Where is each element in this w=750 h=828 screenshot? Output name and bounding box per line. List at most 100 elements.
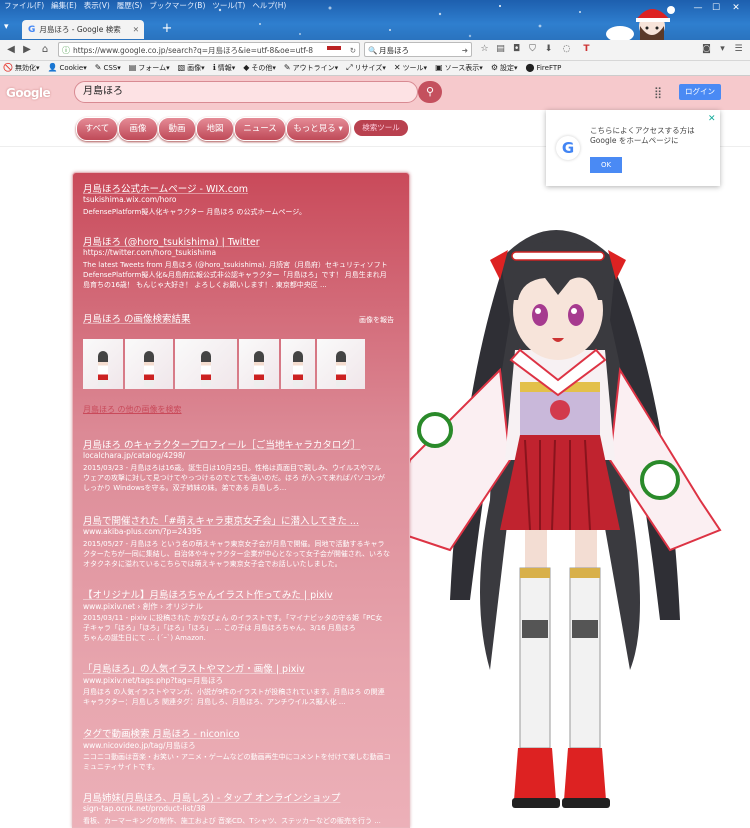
snippet-line: 2015/03/23 - 月島ほろは16歳。誕生日は10月25日。性格は真面目で… xyxy=(83,464,382,472)
result-title[interactable]: 「月島ほろ」の人気イラストやマンガ・画像 | pixiv xyxy=(83,661,305,675)
bookmark-settings[interactable]: ⚙ 設定▾ xyxy=(491,61,518,75)
browser-search-field[interactable]: 🔍 月島ほろ ➜ xyxy=(364,42,472,57)
form-icon: ▤ xyxy=(128,63,137,72)
menu-bookmarks[interactable]: ブックマーク(B) xyxy=(149,0,205,12)
menu-help[interactable]: ヘルプ(H) xyxy=(252,0,286,12)
bookmark-view-source[interactable]: ▣ ソース表示▾ xyxy=(435,61,483,75)
close-window-button[interactable]: ✕ xyxy=(728,2,744,14)
home-icon[interactable]: ⌂ xyxy=(38,43,52,57)
extensions-icon[interactable]: ▾ xyxy=(716,43,729,56)
reader-icon[interactable]: ▤ xyxy=(494,43,507,56)
url-bar[interactable]: ⓘ https://www.google.co.jp/search?q=月島ほろ… xyxy=(58,42,360,57)
download-icon[interactable]: ⬇ xyxy=(542,43,555,56)
bookmark-fireftp[interactable]: ⬤ FireFTP xyxy=(526,61,562,75)
promo-text: こちらによくアクセスする方は Google をホームページに xyxy=(590,126,695,145)
tab-more[interactable]: もっと見る ▾ xyxy=(286,117,350,141)
bookmark-tools[interactable]: ✕ ツール▾ xyxy=(394,61,427,75)
image-thumbnail[interactable] xyxy=(281,339,315,389)
google-g-icon: G xyxy=(556,136,580,160)
bookmark-info[interactable]: ℹ 情報▾ xyxy=(213,61,236,75)
bookmark-outline[interactable]: ✎ アウトライン▾ xyxy=(284,61,338,75)
reload-icon[interactable]: ↻ xyxy=(350,43,356,56)
image-section-title[interactable]: 月島ほろ の画像検索結果 xyxy=(83,311,191,325)
search-tools-button[interactable]: 検索ツール xyxy=(354,120,408,136)
shield-icon[interactable]: ⛉ xyxy=(526,43,539,56)
image-thumbnail[interactable] xyxy=(239,339,279,389)
snippet-line: ウェアの攻撃に対して見つけてやっつけるのでとても強いのだ。ほろ が入って来ればパ… xyxy=(83,474,385,482)
more-images-link[interactable]: 月島ほろ の他の画像を検索 xyxy=(83,404,182,415)
translate-icon[interactable]: T xyxy=(580,43,593,56)
result-snippet: 2015/03/23 - 月島ほろは16歳。誕生日は10月25日。性格は真面目で… xyxy=(83,463,399,493)
menu-view[interactable]: 表示(V) xyxy=(84,0,110,12)
tools-icon: ✕ xyxy=(393,63,401,72)
tab-images[interactable]: 画像 xyxy=(118,117,158,141)
tab-videos[interactable]: 動画 xyxy=(158,117,196,141)
pocket-icon[interactable]: ◘ xyxy=(510,43,523,56)
result-title[interactable]: 月島ほろ のキャラクタープロフィール［ご当地キャラカタログ］ xyxy=(83,437,360,451)
result-title[interactable]: 【オリジナル】月島ほろちゃんイラスト作ってみた | pixiv xyxy=(83,587,333,601)
tab-news[interactable]: ニュース xyxy=(234,117,286,141)
result-title[interactable]: 月島ほろ (@horo_tsukishima) | Twitter xyxy=(83,234,260,248)
fireftp-icon: ⬤ xyxy=(525,63,535,72)
result-title[interactable]: タグで動画検索 月島ほろ - niconico xyxy=(83,726,239,740)
search-go-icon[interactable]: ➜ xyxy=(462,43,468,56)
bookmark-form[interactable]: ▤ フォーム▾ xyxy=(129,61,170,75)
minimize-button[interactable]: — xyxy=(690,2,706,14)
snippet-line: ニコニコ動画は音楽・お笑い・アニメ・ゲームなどの動画再生中にコメントを付けて楽し… xyxy=(83,753,391,761)
menu-file[interactable]: ファイル(F) xyxy=(4,0,44,12)
bookmark-misc[interactable]: ◆ その他▾ xyxy=(243,61,276,75)
result-url: www.akiba-plus.com/?p=24395 xyxy=(83,527,202,536)
menu-bar: ファイル(F) 編集(E) 表示(V) 履歴(S) ブックマーク(B) ツール(… xyxy=(0,0,304,12)
new-tab-button[interactable]: + xyxy=(160,20,174,38)
apps-grid-icon[interactable]: ⣿ xyxy=(654,86,662,99)
result-url: tsukishima.wix.com/horo xyxy=(83,195,177,204)
result-title[interactable]: 月島で開催された「#萌えキャラ東京女子会」に潜入してきた ... xyxy=(83,513,359,527)
back-arrow-icon[interactable]: ◀ xyxy=(4,43,18,57)
promo-ok-button[interactable]: OK xyxy=(590,157,622,173)
image-thumbnail[interactable] xyxy=(317,339,365,389)
sync-icon[interactable]: ◌ xyxy=(560,43,573,56)
menu-edit[interactable]: 編集(E) xyxy=(51,0,77,12)
menu-tools[interactable]: ツール(T) xyxy=(212,0,245,12)
resize-icon: ⤢ xyxy=(346,63,353,72)
login-button[interactable]: ログイン xyxy=(679,84,721,100)
image-thumbnail[interactable] xyxy=(175,339,237,389)
result-snippet: 看板、カーマーキングの制作、施工および 音楽CD、Tシャツ、ステッカーなどの販売… xyxy=(83,817,381,825)
result-snippet: DefensePlatform擬人化キャラクター 月島ほろ の公式ホームページ。 xyxy=(83,208,306,216)
google-logo[interactable]: Google xyxy=(6,86,51,100)
snippet-line: DefensePlatform擬人化&月島府広報公式非公認キャラクター「月島ほろ… xyxy=(83,271,387,279)
menu-history[interactable]: 履歴(S) xyxy=(117,0,143,12)
bookmark-css[interactable]: ✎ CSS▾ xyxy=(95,61,121,75)
result-title[interactable]: 月島姉妹(月島ほろ、月島しろ) - タップ オンラインショップ xyxy=(83,790,340,804)
bookmark-resize[interactable]: ⤢ リサイズ▾ xyxy=(346,61,386,75)
browser-tab-active[interactable]: G 月島ほろ - Google 検索 ✕ xyxy=(22,20,144,39)
forward-arrow-icon[interactable]: ▶ xyxy=(20,43,34,57)
tab-list-icon[interactable]: ▾ xyxy=(4,22,9,32)
bookmark-star-icon[interactable]: ☆ xyxy=(478,43,491,56)
bookmark-cookie[interactable]: 👤 Cookie▾ xyxy=(47,61,86,75)
image-thumbnail[interactable] xyxy=(83,339,123,389)
settings-icon: ⚙ xyxy=(490,63,498,72)
css-icon: ✎ xyxy=(94,63,102,72)
tab-all[interactable]: すべて xyxy=(76,117,118,141)
screenshot-icon[interactable]: ◙ xyxy=(700,43,713,56)
hamburger-menu-icon[interactable]: ☰ xyxy=(732,43,745,56)
search-results-panel: 月島ほろ公式ホームページ - WIX.com tsukishima.wix.co… xyxy=(72,172,410,828)
snippet-line: キャラクター：月島しろ 関連タグ：月島しろ、月島ほろ、アンチウイルス擬人化 ..… xyxy=(83,698,346,706)
bookmark-disable[interactable]: 🚫 無効化▾ xyxy=(3,61,39,75)
tab-maps[interactable]: 地図 xyxy=(196,117,234,141)
google-search-input[interactable]: 月島ほろ xyxy=(74,81,418,103)
image-thumbnail[interactable] xyxy=(125,339,173,389)
result-title[interactable]: 月島ほろ公式ホームページ - WIX.com xyxy=(83,181,248,195)
bookmark-images[interactable]: ▧ 画像▾ xyxy=(178,61,205,75)
snippet-line: オタクネタに溢れているこちらでは萌えキャラ東京女子会でお話しいたしました。 xyxy=(83,560,342,568)
image-report-link[interactable]: 画像を報告 xyxy=(359,315,394,325)
google-search-button[interactable]: ⚲ xyxy=(418,81,442,103)
promo-close-icon[interactable]: ✕ xyxy=(708,114,716,124)
snippet-line: 月島ほろ の人気イラストやマンガ、小説が9件のイラストが投稿されています。月島ほ… xyxy=(83,688,385,696)
maximize-button[interactable]: ☐ xyxy=(708,2,724,14)
close-tab-icon[interactable]: ✕ xyxy=(133,25,139,34)
tab-title: 月島ほろ - Google 検索 xyxy=(39,25,121,34)
result-url: www.nicovideo.jp/tag/月島ほろ xyxy=(83,741,196,750)
result-snippet: 2015/03/11 - pixiv に投稿された かなぴょん のイラストです。… xyxy=(83,613,399,643)
